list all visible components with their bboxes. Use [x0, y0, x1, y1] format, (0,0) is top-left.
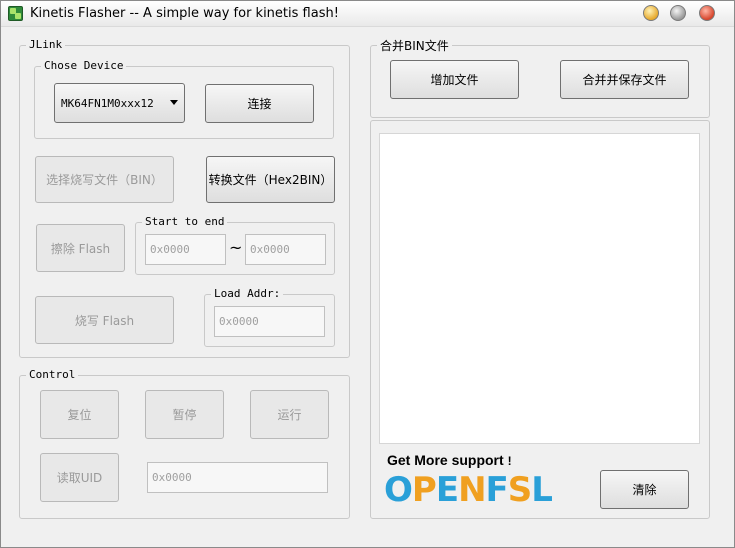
erase-flash-button[interactable]: 擦除 Flash: [36, 224, 125, 272]
logo-letter: O: [384, 470, 413, 510]
window-title: Kinetis Flasher -- A simple way for kine…: [30, 6, 339, 21]
uid-output-field[interactable]: 0x0000: [147, 462, 328, 493]
openfsl-logo: OPENFSL: [384, 470, 553, 510]
app-icon: [8, 6, 23, 21]
title-bar[interactable]: Kinetis Flasher -- A simple way for kine…: [1, 1, 734, 27]
select-bin-file-button[interactable]: 选择烧写文件（BIN）: [35, 156, 174, 203]
add-file-button[interactable]: 增加文件: [390, 60, 519, 99]
read-uid-button[interactable]: 读取UID: [40, 453, 119, 502]
logo-letter: L: [531, 470, 553, 510]
start-to-end-label: Start to end: [142, 215, 228, 228]
minimize-button[interactable]: [643, 5, 659, 21]
reset-button[interactable]: 复位: [40, 390, 119, 439]
convert-hex2bin-button[interactable]: 转换文件（Hex2BIN）: [206, 156, 335, 203]
logo-letter: P: [411, 470, 437, 510]
support-text-suffix: !: [507, 454, 512, 468]
support-text: Get More support !: [387, 452, 512, 468]
chose-device-label: Chose Device: [41, 59, 127, 72]
logo-letter: E: [435, 470, 459, 510]
logo-letter: F: [485, 470, 509, 510]
merge-bin-group-label: 合并BIN文件: [377, 37, 452, 54]
jlink-group-label: JLink: [26, 38, 66, 51]
pause-button[interactable]: 暂停: [145, 390, 224, 439]
range-separator: ~: [229, 238, 243, 257]
app-window: Kinetis Flasher -- A simple way for kine…: [0, 0, 735, 548]
logo-letter: N: [458, 470, 486, 510]
maximize-button[interactable]: [670, 5, 686, 21]
end-address-input[interactable]: 0x0000: [245, 234, 326, 265]
connect-button[interactable]: 连接: [205, 84, 314, 123]
start-address-input[interactable]: 0x0000: [145, 234, 226, 265]
logo-letter: S: [507, 470, 532, 510]
file-list[interactable]: [379, 133, 700, 444]
close-button[interactable]: [699, 5, 715, 21]
program-flash-button[interactable]: 烧写 Flash: [35, 296, 174, 344]
load-address-input[interactable]: 0x0000: [214, 306, 325, 337]
clear-button[interactable]: 清除: [600, 470, 689, 509]
support-text-label: Get More support: [387, 452, 504, 468]
device-select-value: MK64FN1M0xxx12: [61, 96, 154, 110]
run-button[interactable]: 运行: [250, 390, 329, 439]
chevron-down-icon: [170, 100, 178, 105]
load-addr-label: Load Addr:: [211, 287, 284, 300]
merge-save-button[interactable]: 合并并保存文件: [560, 60, 689, 99]
control-group-label: Control: [26, 368, 79, 381]
device-select[interactable]: MK64FN1M0xxx12: [54, 83, 185, 123]
